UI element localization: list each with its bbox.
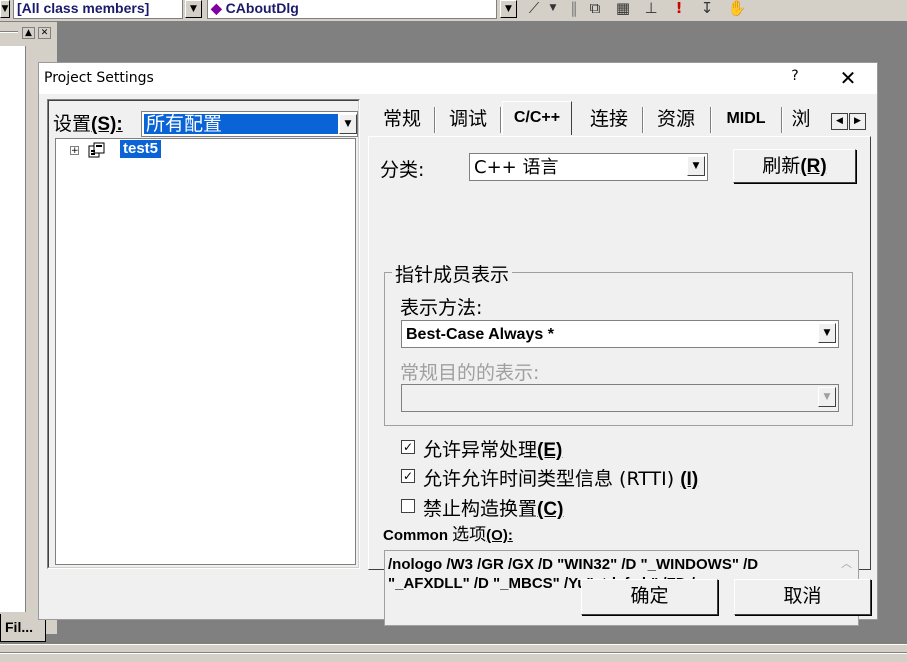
ok-button[interactable]: 确定 bbox=[581, 579, 718, 615]
general-purpose-label: 常规目的的表示: bbox=[400, 362, 540, 384]
exception-handling-label[interactable]: 允许异常处理(E) bbox=[423, 435, 562, 462]
exception-handling-mnemonic: (E) bbox=[537, 440, 563, 461]
general-purpose-combo: ▼ bbox=[401, 384, 839, 412]
status-divider bbox=[0, 652, 907, 654]
scroll-up-icon[interactable]: ︿ bbox=[841, 555, 852, 571]
settings-label-text: 设置 bbox=[53, 113, 92, 135]
settings-panel: 设置(S): 所有配置 ▼ + test5 bbox=[47, 99, 360, 569]
member-diamond-icon: ◆ bbox=[211, 0, 222, 16]
refresh-mnemonic: (R) bbox=[800, 156, 827, 177]
tab-resources[interactable]: 资源 bbox=[646, 105, 706, 133]
options-label-latin: Common bbox=[383, 527, 453, 544]
function-combo-text: CAboutDlg bbox=[225, 0, 299, 16]
stop-build-icon[interactable]: ⊥ bbox=[640, 0, 662, 18]
tab-divider bbox=[642, 107, 644, 133]
chevron-down-icon[interactable]: ▼ bbox=[818, 323, 836, 343]
disable-construction-displacement-label[interactable]: 禁止构造换置(C) bbox=[423, 494, 563, 521]
options-label-cn: 选项 bbox=[452, 525, 487, 545]
settings-panel-inner: 设置(S): 所有配置 ▼ + test5 bbox=[48, 100, 359, 568]
tab-browse[interactable]: 浏 bbox=[787, 105, 815, 133]
function-combo[interactable]: ◆ CAboutDlg bbox=[207, 0, 497, 19]
cancel-button[interactable]: 取消 bbox=[734, 579, 871, 615]
exception-handling-checkbox[interactable]: ✓ bbox=[401, 440, 415, 454]
rtti-text: 允许允许时间类型信息 (RTTI) bbox=[423, 468, 681, 490]
options-mnemonic: (O): bbox=[486, 527, 513, 544]
refresh-button-label: 刷新 bbox=[762, 155, 801, 177]
compile-icon[interactable]: ⧉ bbox=[584, 0, 606, 18]
chevron-down-icon[interactable]: ▼ bbox=[339, 114, 357, 134]
pane-close-icon[interactable]: ✕ bbox=[38, 27, 51, 39]
tab-general[interactable]: 常规 bbox=[372, 105, 432, 133]
category-combo[interactable]: C++ 语言 ▼ bbox=[469, 153, 708, 181]
settings-tabs: 常规 调试 C/C++ 连接 资源 MIDL 浏 ◀ ▶ bbox=[368, 99, 872, 137]
tree-item-project[interactable]: test5 bbox=[120, 140, 162, 158]
configuration-combo[interactable]: 所有配置 ▼ bbox=[141, 111, 358, 137]
representation-combo[interactable]: Best-Case Always * ▼ bbox=[401, 320, 839, 348]
cpp-settings-page: 分类: C++ 语言 ▼ 刷新(R) 指针成员表示 表示方法: Best-Cas… bbox=[368, 136, 871, 626]
toolbar-grip-icon: ‖ bbox=[570, 0, 578, 17]
pointer-member-groupbox: 指针成员表示 表示方法: Best-Case Always * ▼ 常规目的的表… bbox=[384, 260, 853, 426]
tab-cpp[interactable]: C/C++ bbox=[502, 101, 572, 135]
project-icon bbox=[88, 142, 105, 158]
exception-handling-text: 允许异常处理 bbox=[423, 439, 538, 461]
project-tree[interactable]: + test5 bbox=[55, 138, 356, 565]
tab-midl[interactable]: MIDL bbox=[715, 105, 777, 133]
tab-debug[interactable]: 调试 bbox=[438, 105, 498, 133]
representation-label: 表示方法: bbox=[400, 297, 483, 319]
workspace-tree-area bbox=[0, 46, 26, 612]
disable-construction-text: 禁止构造换置 bbox=[423, 498, 538, 520]
disable-construction-mnemonic: (C) bbox=[537, 499, 564, 520]
pane-grip bbox=[0, 31, 18, 33]
configuration-value: 所有配置 bbox=[144, 114, 338, 134]
project-settings-dialog: Project Settings ? ✕ 设置(S): 所有配置 ▼ + tes… bbox=[38, 62, 878, 626]
tab-link[interactable]: 连接 bbox=[579, 105, 639, 133]
dialog-title: Project Settings bbox=[44, 70, 154, 86]
rtti-label[interactable]: 允许允许时间类型信息 (RTTI) (I) bbox=[423, 464, 698, 491]
tab-divider bbox=[434, 107, 436, 133]
execute-icon[interactable]: ! bbox=[670, 0, 688, 18]
tab-divider bbox=[710, 107, 712, 133]
rtti-mnemonic: (I) bbox=[680, 469, 699, 490]
breakpoint-hand-icon[interactable]: ✋ bbox=[726, 0, 748, 18]
chevron-down-icon: ▼ bbox=[818, 387, 836, 407]
disable-construction-displacement-checkbox[interactable] bbox=[401, 499, 415, 513]
category-value: C++ 语言 bbox=[474, 157, 559, 178]
category-label: 分类: bbox=[380, 159, 425, 181]
tab-scroll-right-icon[interactable]: ▶ bbox=[849, 113, 866, 130]
expand-plus-icon[interactable]: + bbox=[70, 146, 79, 156]
build-icon[interactable]: ▦ bbox=[612, 0, 634, 18]
ide-toolbar: ▼ [All class members] ▼ ◆ CAboutDlg ▼ ⟋ … bbox=[0, 0, 907, 22]
help-button[interactable]: ? bbox=[783, 68, 807, 84]
refresh-button[interactable]: 刷新(R) bbox=[733, 149, 856, 183]
function-dropdown-button[interactable]: ▼ bbox=[500, 0, 517, 18]
class-members-dropdown-button[interactable]: ▼ bbox=[185, 0, 202, 18]
options-label: Common 选项(O): bbox=[383, 520, 513, 545]
dialog-titlebar[interactable]: Project Settings ? ✕ bbox=[39, 63, 877, 94]
wizard-wand-icon[interactable]: ⟋ bbox=[522, 0, 546, 18]
toolbar-dropdown-button[interactable]: ▼ bbox=[0, 0, 10, 18]
tab-divider bbox=[781, 107, 783, 133]
go-icon[interactable]: ↧ bbox=[696, 0, 718, 18]
tab-scroll-left-icon[interactable]: ◀ bbox=[831, 113, 848, 130]
close-icon[interactable]: ✕ bbox=[836, 66, 860, 90]
wizard-dropdown-icon[interactable]: ▼ bbox=[546, 0, 560, 18]
rtti-checkbox[interactable]: ✓ bbox=[401, 469, 415, 483]
pane-maximize-icon[interactable]: ▲ bbox=[22, 27, 35, 39]
settings-for-label: 设置(S): bbox=[53, 109, 123, 136]
chevron-down-icon[interactable]: ▼ bbox=[687, 156, 705, 176]
settings-mnemonic: (S): bbox=[91, 114, 123, 135]
class-members-combo[interactable]: [All class members] bbox=[13, 0, 183, 19]
group-title: 指针成员表示 bbox=[392, 260, 513, 287]
representation-value: Best-Case Always * bbox=[406, 326, 554, 343]
